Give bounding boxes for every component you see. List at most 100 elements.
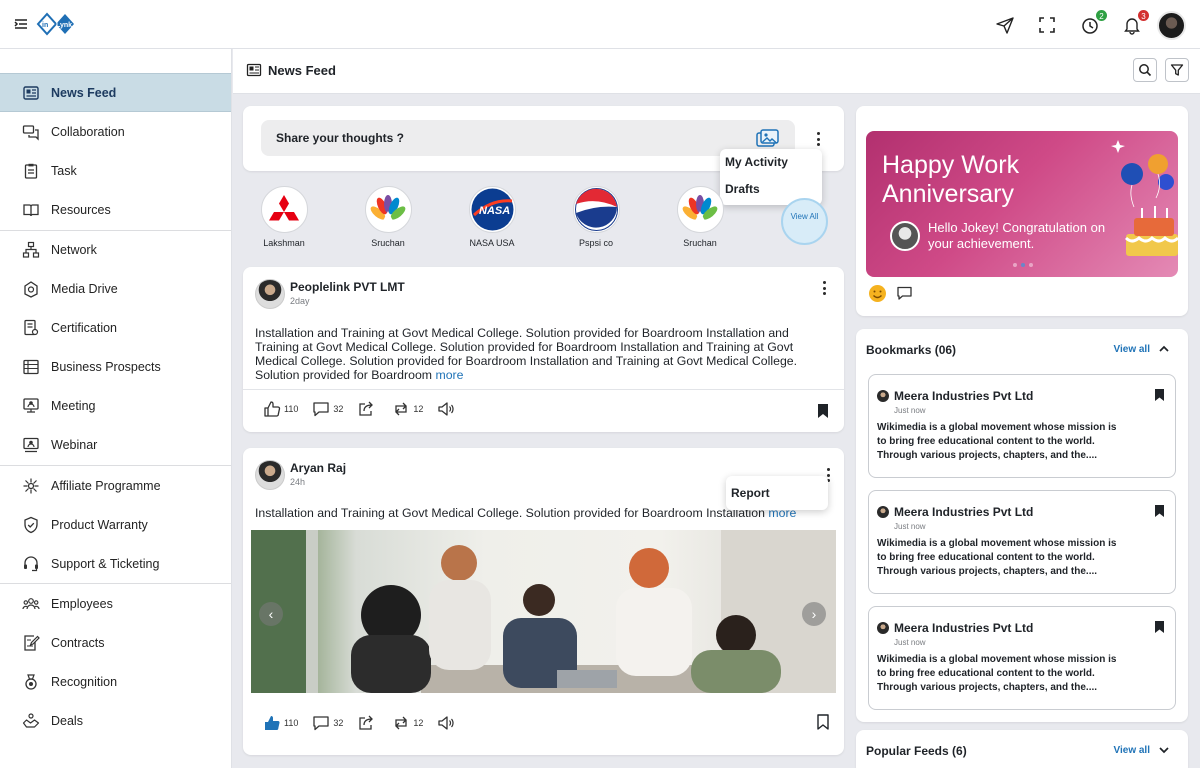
author-avatar[interactable] [255, 279, 285, 309]
sidebar-item-meeting[interactable]: Meeting [0, 386, 231, 425]
story-item[interactable]: Lakshman [243, 186, 325, 248]
story-item[interactable]: NASA NASA USA [451, 186, 533, 248]
menu-item-report[interactable]: Report [726, 486, 775, 500]
carousel-prev-button[interactable]: ‹ [259, 602, 283, 626]
bookmark-filled-icon[interactable] [816, 403, 830, 419]
post-photo[interactable]: ‹ › [251, 530, 836, 693]
sidebar-item-task[interactable]: Task [0, 151, 231, 190]
composer-more-button[interactable] [816, 132, 820, 146]
sidebar-item-network[interactable]: Network [0, 230, 231, 269]
like-button[interactable]: 110 [263, 714, 298, 732]
read-more-link[interactable]: more [435, 368, 463, 382]
sidebar-item-contracts[interactable]: Contracts [0, 623, 231, 662]
repost-icon [395, 716, 408, 730]
repost-button[interactable]: 12 [392, 714, 423, 732]
sidebar-item-business-prospects[interactable]: Business Prospects [0, 347, 231, 386]
medal-icon [25, 673, 37, 690]
sidebar-item-affiliate-programme[interactable]: Affiliate Programme [0, 466, 231, 505]
popular-view-all-link[interactable]: View all [1113, 744, 1170, 756]
repost-button[interactable]: 12 [392, 400, 423, 418]
sidebar-item-label: Task [51, 163, 77, 178]
sidebar-item-employees[interactable]: Employees [0, 584, 231, 623]
popular-feeds-panel: Popular Feeds (6) View all [856, 730, 1188, 768]
post-actions: 110 32 12 [263, 714, 472, 732]
post-author[interactable]: Aryan Raj [290, 461, 346, 475]
like-count: 110 [284, 404, 299, 414]
sidebar-item-recognition[interactable]: Recognition [0, 662, 231, 701]
filter-icon [1170, 64, 1184, 76]
user-avatar[interactable] [1157, 11, 1186, 40]
nbc-peacock-logo [364, 186, 412, 233]
sidebar-item-label: Product Warranty [51, 517, 148, 532]
bookmark-outline-icon[interactable] [816, 714, 830, 730]
timer-button[interactable]: 2 [1080, 9, 1108, 35]
bookmark-time: Just now [894, 522, 926, 531]
bookmark-desc: Wikimedia is a global movement whose mis… [877, 422, 1117, 461]
filter-button[interactable] [1165, 58, 1189, 82]
sidebar-item-label: Business Prospects [51, 359, 161, 374]
post-body: Installation and Training at Govt Medica… [255, 326, 830, 382]
sidebar-item-label: Meeting [51, 398, 96, 413]
sidebar-item-certification[interactable]: Certification [0, 308, 231, 347]
sidebar-item-news-feed[interactable]: News Feed [0, 73, 231, 112]
story-name: Sruchan [683, 238, 717, 248]
search-button[interactable] [1133, 58, 1157, 82]
bookmark-desc: Wikimedia is a global movement whose mis… [877, 654, 1117, 693]
story-item[interactable]: Pspsi co [555, 186, 637, 248]
fullscreen-icon[interactable] [1037, 15, 1057, 35]
post-more-button[interactable] [822, 281, 826, 295]
bookmarks-title: Bookmarks (06) [866, 343, 957, 357]
bookmark-filled-icon[interactable] [1154, 620, 1165, 634]
anniversary-banner[interactable]: Happy Work Anniversary Hello Jokey! Cong… [866, 131, 1178, 277]
carousel-next-button[interactable]: › [802, 602, 826, 626]
app-root: in Lynk 2 3 News Feed Collaboration Task [0, 0, 1200, 768]
send-icon[interactable] [995, 15, 1015, 35]
sidebar-item-webinar[interactable]: Webinar [0, 425, 231, 464]
author-avatar[interactable] [255, 460, 285, 490]
search-icon [1139, 64, 1152, 77]
bookmark-filled-icon[interactable] [1154, 504, 1165, 518]
post-author[interactable]: Peoplelink PVT LMT [290, 280, 405, 294]
page-title: News Feed [246, 62, 336, 78]
comment-button[interactable]: 32 [312, 400, 343, 418]
sidebar-item-resources[interactable]: Resources [0, 190, 231, 229]
comment-icon [313, 402, 330, 417]
sidebar-item-label: Contracts [51, 635, 105, 650]
announce-button[interactable] [437, 714, 458, 732]
bookmark-item[interactable]: Meera Industries Pvt Ltd Just now Wikime… [868, 490, 1176, 594]
pepsi-logo [572, 186, 620, 233]
share-button[interactable] [357, 400, 378, 418]
sidebar-item-label: Support & Ticketing [51, 556, 160, 571]
megaphone-icon [438, 402, 454, 416]
sidebar-item-support-ticketing[interactable]: Support & Ticketing [0, 544, 231, 583]
comment-button[interactable]: 32 [312, 714, 343, 732]
announce-button[interactable] [437, 400, 458, 418]
smile-emoji-icon[interactable] [868, 284, 887, 303]
sidebar-item-deals[interactable]: Deals [0, 701, 231, 740]
menu-item-my-activity[interactable]: My Activity [720, 155, 793, 169]
sidebar-item-collaboration[interactable]: Collaboration [0, 112, 231, 151]
menu-toggle-icon[interactable] [13, 16, 29, 32]
bookmark-filled-icon[interactable] [1154, 388, 1165, 402]
bookmarks-view-all-link[interactable]: View all [1113, 343, 1170, 355]
add-image-icon[interactable] [755, 128, 781, 148]
app-logo[interactable]: in Lynk [36, 11, 76, 37]
story-name: Pspsi co [578, 238, 613, 248]
comment-icon[interactable] [896, 285, 913, 302]
chevron-down-icon [1159, 747, 1169, 754]
bookmark-item[interactable]: Meera Industries Pvt Ltd Just now Wikime… [868, 606, 1176, 710]
stories-view-all-button[interactable]: View All [781, 198, 828, 245]
carousel-dots[interactable] [1011, 263, 1035, 267]
sidebar-item-product-warranty[interactable]: Product Warranty [0, 505, 231, 544]
notifications-button[interactable]: 3 [1122, 9, 1150, 35]
share-thoughts-input[interactable]: Share your thoughts ? [261, 120, 795, 156]
story-item[interactable]: Sruchan [347, 186, 429, 248]
post-text: Installation and Training at Govt Medica… [255, 326, 798, 382]
share-button[interactable] [357, 714, 378, 732]
sidebar-item-media-drive[interactable]: Media Drive [0, 269, 231, 308]
bookmark-item[interactable]: Meera Industries Pvt Ltd Just now Wikime… [868, 374, 1176, 478]
story-name: Sruchan [371, 238, 405, 248]
like-button[interactable]: 110 [263, 400, 298, 418]
story-item[interactable]: Sruchan [659, 186, 741, 248]
repost-count: 12 [413, 718, 424, 728]
